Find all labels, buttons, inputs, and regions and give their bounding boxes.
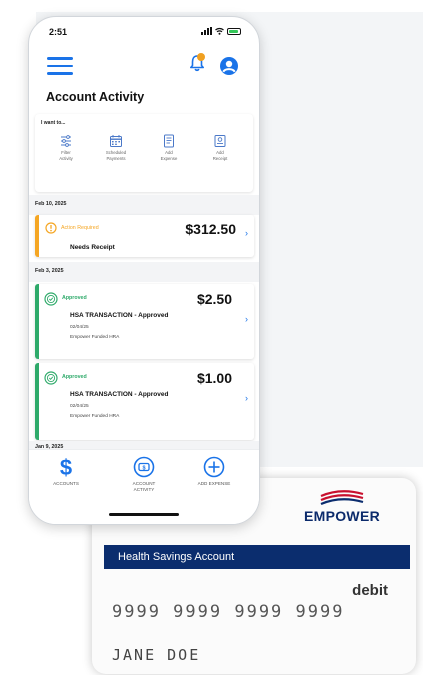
date-header: Feb 10, 2025: [29, 195, 259, 215]
card-type: debit: [352, 582, 388, 599]
profile-icon[interactable]: [219, 56, 239, 76]
notification-badge: [197, 53, 205, 61]
status-time: 2:51: [49, 27, 68, 37]
svg-text:$: $: [60, 456, 72, 478]
date-label: Feb 10, 2025: [35, 201, 67, 207]
scheduled-payments-button[interactable]: Scheduled Payments: [95, 134, 137, 161]
chevron-right-icon: ›: [245, 314, 248, 324]
transaction-card-action-required[interactable]: Action Required $312.50 Needs Receipt ›: [35, 215, 254, 257]
card-account-type: Health Savings Account: [104, 545, 410, 569]
transaction-account: Empower Funded HRA: [70, 335, 120, 340]
chevron-right-icon: ›: [245, 393, 248, 403]
quick-action-label: Receipt: [212, 155, 228, 161]
add-receipt-button[interactable]: Add Receipt: [199, 134, 241, 161]
filter-activity-button[interactable]: Filter Activity: [45, 134, 87, 161]
home-indicator: [109, 513, 179, 516]
transaction-title: HSA TRANSACTION - Approved: [70, 391, 169, 398]
filter-icon: [61, 135, 71, 147]
date-label: Feb 3, 2025: [35, 268, 64, 274]
account-activity-icon: $: [133, 456, 155, 478]
transaction-date: 02/04/25: [70, 325, 89, 330]
transaction-title: HSA TRANSACTION - Approved: [70, 312, 169, 319]
receipt-icon: [214, 135, 226, 147]
battery-icon: [227, 27, 241, 35]
transaction-status: Action Required: [61, 225, 99, 231]
add-expense-icon: [164, 134, 174, 148]
tab-label: ACCOUNTS: [53, 481, 79, 486]
quick-actions-panel: I want to... Filter Activity Scheduled P…: [35, 114, 253, 192]
tab-account-activity[interactable]: $ ACCOUNT ACTIVITY: [111, 456, 177, 493]
phone-screen: 2:51 Account Activity I want to... Filte…: [28, 16, 260, 525]
page-title: Account Activity: [46, 90, 145, 104]
tab-accounts[interactable]: $ ACCOUNTS: [33, 456, 99, 487]
quick-action-label: Activity: [59, 155, 73, 161]
chevron-right-icon: ›: [245, 228, 248, 238]
transaction-status: Approved: [62, 374, 87, 380]
status-bar: 2:51: [29, 17, 259, 45]
quick-actions-title: I want to...: [41, 120, 66, 126]
tab-label: ACTIVITY: [133, 487, 155, 492]
quick-action-label: Expense: [160, 155, 178, 161]
card-brand: EMPOWER: [304, 508, 380, 524]
transaction-account: Empower Funded HRA: [70, 414, 120, 419]
transaction-status: Approved: [62, 295, 87, 301]
quick-action-label: Payments: [106, 155, 126, 161]
approved-check-icon: [44, 371, 58, 385]
calendar-icon: [110, 135, 122, 147]
menu-icon[interactable]: [47, 57, 73, 75]
transaction-card-approved[interactable]: Approved $1.00 HSA TRANSACTION - Approve…: [35, 363, 254, 440]
alert-icon: [45, 222, 57, 234]
transaction-card-approved[interactable]: Approved $2.50 HSA TRANSACTION - Approve…: [35, 284, 254, 359]
status-bar-indicator: [35, 284, 39, 359]
svg-text:$: $: [142, 465, 145, 471]
dollar-icon: $: [60, 456, 72, 478]
card-number: 9999 9999 9999 9999: [112, 602, 345, 622]
status-icons: [201, 27, 241, 35]
transaction-amount: $1.00: [196, 370, 232, 386]
date-header: Feb 3, 2025: [29, 262, 259, 282]
status-bar-indicator: [35, 363, 39, 440]
card-holder: JANE DOE: [112, 646, 201, 664]
add-expense-quick-button[interactable]: Add Expense: [148, 134, 190, 161]
wifi-icon: [215, 27, 224, 35]
plus-circle-icon: [203, 456, 225, 478]
tab-add-expense[interactable]: ADD EXPENSE: [181, 456, 247, 487]
transaction-amount: $2.50: [196, 291, 232, 307]
tab-label: ADD EXPENSE: [197, 481, 231, 486]
approved-check-icon: [44, 292, 58, 306]
empower-stripes-icon: [320, 490, 364, 506]
transaction-title: Needs Receipt: [70, 244, 115, 251]
signal-icon: [201, 27, 212, 35]
status-bar-indicator: [35, 215, 39, 257]
empower-logo: EMPOWER: [294, 490, 390, 524]
transaction-date: 02/04/25: [70, 404, 89, 409]
transaction-amount: $312.50: [185, 221, 236, 237]
